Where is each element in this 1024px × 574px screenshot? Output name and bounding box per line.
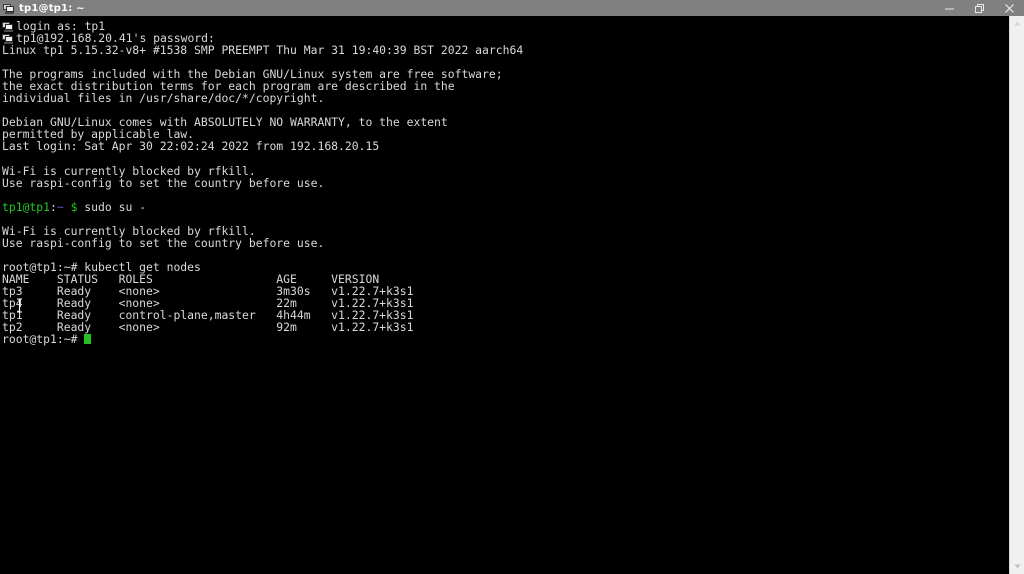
scrollbar-track[interactable]: [1010, 31, 1024, 559]
terminal-output: login as: tp1 tp1@192.168.20.41's passwor…: [2, 20, 1009, 345]
terminal-area: login as: tp1 tp1@192.168.20.41's passwor…: [0, 16, 1024, 574]
terminal-line: Linux tp1 5.15.32-v8+ #1538 SMP PREEMPT …: [2, 44, 1009, 56]
terminal-screen[interactable]: login as: tp1 tp1@192.168.20.41's passwor…: [0, 16, 1009, 574]
putty-app-icon: [3, 2, 15, 14]
minimize-button[interactable]: [934, 0, 964, 16]
putty-terminal-window: tp1@tp1: ~ login as: tp1 tp1@192.168.20.…: [0, 0, 1024, 574]
terminal-line: Use raspi-config to set the country befo…: [2, 177, 1009, 189]
putty-terminal-icon: [2, 20, 14, 33]
scroll-up-arrow-icon[interactable]: [1010, 16, 1024, 31]
window-controls: [934, 0, 1024, 16]
prompt-path: ~: [56, 199, 64, 214]
terminal-line: tp2 Ready <none> 92m v1.22.7+k3s1: [2, 321, 1009, 333]
root-prompt-text: root@tp1:~#: [2, 332, 85, 347]
putty-terminal-icon: [2, 32, 14, 45]
close-button[interactable]: [994, 0, 1024, 16]
terminal-cursor: [84, 334, 92, 345]
restore-button[interactable]: [964, 0, 994, 16]
prompt-command: sudo su -: [77, 199, 147, 214]
terminal-line-text: individual files in /usr/share/doc/*/cop…: [2, 91, 325, 106]
terminal-line-text: Use raspi-config to set the country befo…: [2, 175, 325, 190]
terminal-line: Last login: Sat Apr 30 22:02:24 2022 fro…: [2, 140, 1009, 152]
terminal-line: individual files in /usr/share/doc/*/cop…: [2, 92, 1009, 104]
prompt-user-host: tp1@tp1: [2, 199, 51, 214]
prompt-colon: :: [50, 199, 57, 214]
terminal-line: Use raspi-config to set the country befo…: [2, 237, 1009, 249]
titlebar-left: tp1@tp1: ~: [0, 2, 934, 14]
terminal-scrollbar[interactable]: [1009, 16, 1024, 574]
terminal-line: root@tp1:~#: [2, 333, 1009, 345]
window-title: tp1@tp1: ~: [19, 2, 85, 14]
terminal-line: tp1@tp1:~ $ sudo su -: [2, 201, 1009, 213]
window-titlebar[interactable]: tp1@tp1: ~: [0, 0, 1024, 16]
terminal-line-text: Linux tp1 5.15.32-v8+ #1538 SMP PREEMPT …: [2, 43, 524, 58]
terminal-line-text: Use raspi-config to set the country befo…: [2, 235, 325, 250]
scroll-down-arrow-icon[interactable]: [1010, 559, 1024, 574]
terminal-line-text: Last login: Sat Apr 30 22:02:24 2022 fro…: [2, 139, 380, 154]
